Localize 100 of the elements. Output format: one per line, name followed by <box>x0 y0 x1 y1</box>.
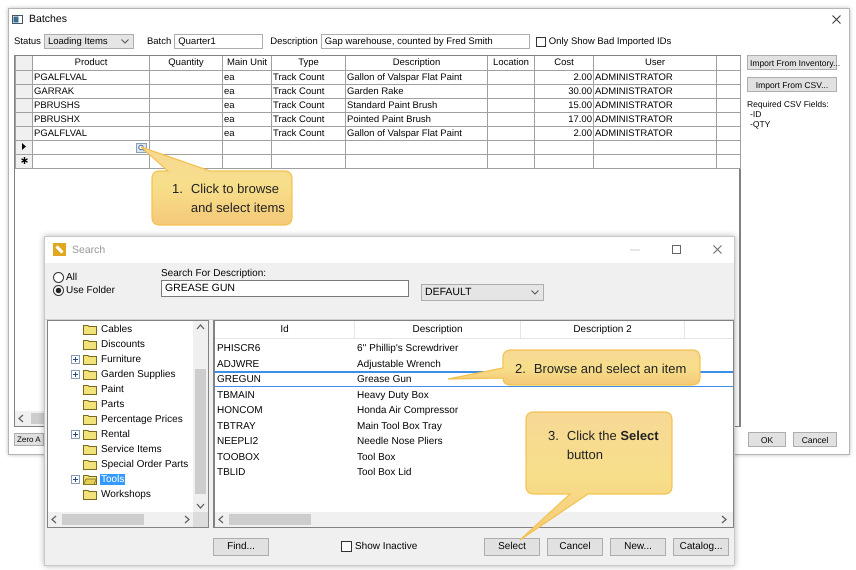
description-field[interactable]: Gap warehouse, counted by Fred Smith <box>320 34 530 49</box>
scrollbar[interactable] <box>193 321 208 512</box>
list-cell[interactable]: Adjustable Wrench <box>357 358 441 370</box>
radio-button[interactable] <box>53 284 64 296</box>
step-number: 3. <box>548 427 559 445</box>
tree-item[interactable]: Furniture <box>100 354 142 366</box>
zero-button[interactable]: Zero A <box>14 433 44 446</box>
scroll-right-icon[interactable] <box>721 515 727 524</box>
tree-item[interactable]: Percentage Prices <box>100 414 184 426</box>
scroll-left-icon[interactable] <box>218 515 224 524</box>
list-cell[interactable]: Main Tool Box Tray <box>357 420 442 432</box>
batch-field[interactable]: Quarter1 <box>174 34 264 49</box>
table-cell: PBRUSHX <box>32 112 150 126</box>
close-icon[interactable] <box>713 245 722 254</box>
expand-icon[interactable] <box>71 355 80 364</box>
table-cell: ea <box>222 126 272 140</box>
tree-item[interactable]: Special Order Parts <box>100 459 190 470</box>
tree-item[interactable]: Rental <box>100 429 131 440</box>
list-cell[interactable]: ADJWRE <box>217 358 260 370</box>
scrollbar[interactable] <box>215 512 733 528</box>
list-cell[interactable]: HONCOM <box>217 405 263 416</box>
radio-button[interactable] <box>53 272 64 283</box>
tree-item[interactable]: Garden Supplies <box>100 369 176 380</box>
tree-item[interactable]: Discounts <box>100 339 146 350</box>
table-cell: ADMINISTRATOR <box>594 84 716 98</box>
search-field[interactable]: GREASE GUN <box>161 280 409 297</box>
scroll-up-icon[interactable] <box>196 324 205 330</box>
expand-icon[interactable] <box>71 475 80 484</box>
list-cell[interactable]: Tool Box Lid <box>357 467 412 478</box>
checkbox[interactable]: Show Inactive <box>341 541 418 552</box>
tree-item[interactable]: Service Items <box>100 444 163 456</box>
column-header[interactable]: Description 2 <box>521 321 685 338</box>
dialog-button[interactable]: OK <box>748 432 786 447</box>
column-header[interactable]: Description <box>355 321 521 338</box>
column-header[interactable]: Product <box>32 56 150 70</box>
checkbox[interactable]: Only Show Bad Imported IDs <box>536 36 672 47</box>
column-header[interactable]: Description <box>346 56 488 70</box>
column-header[interactable]: Main Unit <box>222 56 272 70</box>
filter-dropdown[interactable]: DEFAULT <box>421 284 544 301</box>
maximize-icon[interactable] <box>672 245 681 254</box>
dialog-button[interactable]: Cancel <box>793 432 837 447</box>
field-label: Description <box>270 36 318 47</box>
table-cell: ea <box>222 112 272 126</box>
note-text: -ID <box>749 109 762 119</box>
table-cell: Pointed Paint Brush <box>346 112 488 126</box>
dialog-button[interactable]: Catalog... <box>673 538 729 556</box>
note-text: Required CSV Fields: <box>747 99 830 109</box>
table-cell: ea <box>222 98 272 112</box>
tree-item[interactable]: Cables <box>100 324 134 336</box>
list-cell[interactable]: Heavy Duty Box <box>357 390 429 401</box>
scroll-right-icon[interactable] <box>184 515 190 524</box>
column-header[interactable]: User <box>594 56 716 70</box>
list-cell[interactable]: Tool Box <box>357 452 396 463</box>
tree-item[interactable]: Paint <box>100 384 125 396</box>
find-button[interactable]: Find... <box>213 538 269 556</box>
list-cell[interactable]: Honda Air Compressor <box>357 405 458 416</box>
folder-icon <box>83 399 97 410</box>
folder-icon <box>83 339 97 350</box>
radio-label[interactable]: Use Folder <box>66 284 115 296</box>
list-cell[interactable]: NEEPLI2 <box>217 436 258 448</box>
dialog-button[interactable]: Cancel <box>547 538 603 556</box>
column-header[interactable]: Id <box>215 321 355 338</box>
tree-item[interactable]: Workshops <box>100 489 152 500</box>
table-cell: Standard Paint Brush <box>346 98 488 112</box>
scroll-down-icon[interactable] <box>196 503 205 510</box>
field-label: Batch <box>146 36 172 47</box>
list-cell[interactable]: 6'' Phillip's Screwdriver <box>357 343 458 354</box>
column-header[interactable]: Type <box>272 56 346 70</box>
dialog-button[interactable]: Select <box>484 538 540 556</box>
scrollbar[interactable] <box>15 411 45 426</box>
list-cell[interactable]: TBTRAY <box>217 420 256 432</box>
list-cell[interactable]: TOOBOX <box>217 452 260 463</box>
tree-item[interactable]: Parts <box>100 399 126 410</box>
list-cell[interactable]: GREGUN <box>217 374 261 386</box>
scrollbar[interactable] <box>48 512 193 528</box>
scroll-left-icon[interactable] <box>18 414 24 423</box>
table-cell: ADMINISTRATOR <box>594 126 716 140</box>
folder-icon <box>83 474 97 486</box>
table-cell: Track Count <box>272 112 346 126</box>
callout-text: Click to browse and select items <box>190 180 286 217</box>
expand-icon[interactable] <box>71 370 80 380</box>
list-cell[interactable]: Needle Nose Pliers <box>357 436 443 448</box>
list-cell[interactable]: PHISCR6 <box>217 343 260 354</box>
import-button[interactable]: Import From Inventory... <box>747 55 837 70</box>
column-header[interactable]: Location <box>488 56 534 70</box>
table-cell: 15.00 <box>534 98 594 112</box>
list-cell[interactable]: TBLID <box>217 467 246 478</box>
dialog-button[interactable]: New... <box>610 538 666 556</box>
asterisk-icon <box>20 156 28 164</box>
scroll-left-icon[interactable] <box>51 515 57 524</box>
status-dropdown[interactable]: Loading Items <box>44 34 134 49</box>
radio-label[interactable]: All <box>66 272 78 283</box>
list-cell[interactable]: TBMAIN <box>217 390 255 401</box>
close-icon[interactable] <box>832 14 841 24</box>
expand-icon[interactable] <box>71 430 80 440</box>
column-header[interactable]: Cost <box>534 56 594 70</box>
import-button[interactable]: Import From CSV... <box>747 77 837 92</box>
step-number: 1. <box>172 180 183 198</box>
column-header[interactable]: Quantity <box>150 56 222 70</box>
list-cell[interactable]: Grease Gun <box>357 374 412 386</box>
